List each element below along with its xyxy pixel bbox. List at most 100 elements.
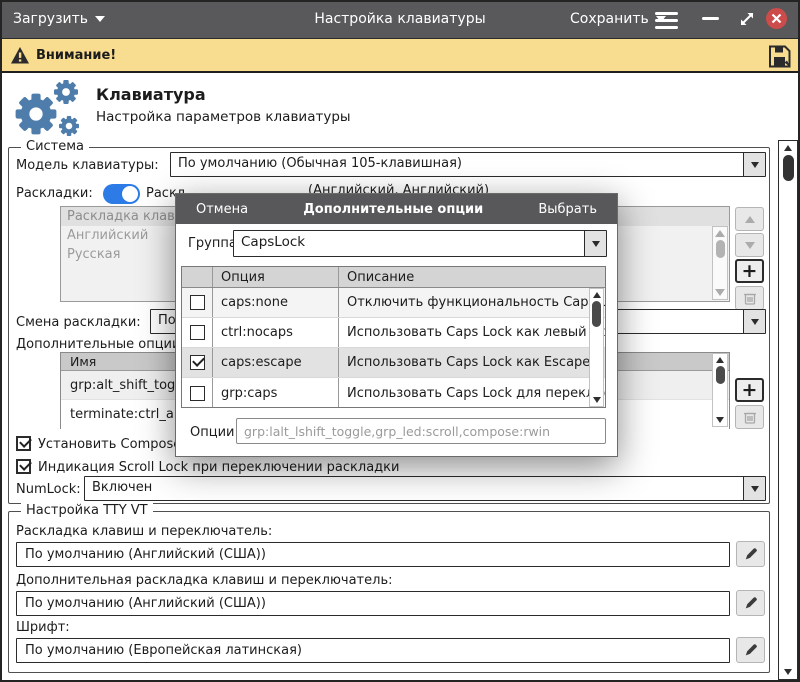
maximize-button[interactable] (738, 10, 756, 32)
move-up-button (735, 207, 764, 231)
dropdown-button[interactable] (743, 310, 765, 333)
triangle-down-icon (784, 669, 792, 675)
page-subtitle: Настройка параметров клавиатуры (96, 109, 351, 125)
column-header-description: Описание (339, 267, 605, 287)
option-cell: grp:caps (213, 378, 339, 408)
layouts-toggle[interactable] (103, 184, 140, 204)
save-file-button[interactable] (766, 43, 793, 74)
save-menu-label: Сохранить (570, 0, 649, 38)
layouts-label: Раскладки: (16, 186, 93, 201)
dropdown-button[interactable] (743, 153, 765, 176)
scroll-up-icon (715, 227, 725, 240)
table-row-selected[interactable]: caps:escape Использовать Caps Lock как E… (182, 348, 605, 378)
scroll-down-button[interactable] (784, 665, 792, 679)
pencil-icon (743, 642, 759, 658)
scroll-up-button[interactable] (784, 141, 792, 155)
table-row[interactable]: caps:none Отключить функциональность Cap… (182, 288, 605, 318)
group-value: CapsLock (234, 231, 584, 256)
scroll-thumb[interactable] (716, 366, 725, 384)
description-cell: Использовать Caps Lock для переключения (339, 378, 605, 408)
row-checkbox[interactable] (190, 355, 205, 370)
table-row[interactable]: ctrl:nocaps Использовать Caps Lock как л… (182, 318, 605, 348)
triangle-down-icon (745, 242, 755, 249)
tty-alt-layout-label: Дополнительная раскладка клавиш и перекл… (16, 573, 392, 588)
dialog-select-button[interactable]: Выбрать (538, 202, 597, 217)
tty-layout-label: Раскладка клавиш и переключатель: (16, 524, 272, 539)
dialog-options-input[interactable] (236, 418, 606, 444)
delete-layout-button (735, 286, 764, 310)
description-cell: Использовать Caps Lock как левый Ctrl (339, 318, 605, 347)
scroll-lock-indicator-label: Индикация Scroll Lock при переключении р… (38, 460, 399, 475)
dropdown-button[interactable] (584, 231, 606, 256)
tty-group-legend: Настройка TTY VT (21, 503, 153, 518)
scroll-lock-indicator-checkbox[interactable] (16, 459, 31, 474)
extra-options-label: Дополнительные опции: (16, 337, 185, 352)
edit-tty-alt-layout-button[interactable] (736, 590, 765, 616)
dialog-cancel-button[interactable]: Отмена (196, 202, 248, 217)
row-checkbox[interactable] (190, 386, 205, 401)
tty-font-field: По умолчанию (Европейская латинская) (16, 638, 730, 663)
page-scrollbar[interactable] (778, 140, 798, 680)
triangle-up-icon (745, 216, 755, 223)
scroll-thumb (716, 240, 725, 258)
hamburger-icon (655, 12, 678, 15)
page-title: Клавиатура (96, 85, 206, 104)
move-down-button (735, 233, 764, 257)
system-group-legend: Система (21, 139, 89, 154)
dialog-table-scrollbar[interactable] (589, 288, 604, 407)
triangle-up-icon (784, 145, 792, 151)
row-checkbox[interactable] (190, 295, 205, 310)
extra-options-scrollbar[interactable] (712, 353, 728, 427)
table-header-row: Опция Описание (182, 267, 605, 288)
row-checkbox[interactable] (190, 325, 205, 340)
compose-checkbox[interactable] (16, 436, 31, 451)
edit-tty-font-button[interactable] (736, 637, 765, 663)
scroll-thumb[interactable] (783, 155, 794, 181)
close-button[interactable] (766, 8, 787, 29)
dropdown-button[interactable] (743, 477, 765, 500)
floppy-save-icon (766, 43, 793, 70)
save-menu-button[interactable]: Сохранить (570, 0, 666, 38)
trash-icon (742, 290, 758, 306)
minimize-button[interactable] (702, 17, 719, 20)
model-label: Модель клавиатуры: (16, 158, 159, 173)
caret-down-icon (592, 241, 600, 247)
pencil-icon (743, 546, 759, 562)
add-option-button[interactable]: + (735, 378, 764, 402)
column-header-option: Опция (213, 267, 339, 287)
keyboard-settings-window: Загрузить Настройка клавиатуры Сохранить (0, 0, 800, 682)
gears-icon (8, 78, 86, 140)
group-combobox[interactable]: CapsLock (233, 230, 607, 257)
switch-layout-label: Смена раскладки: (16, 315, 141, 330)
scroll-up-icon[interactable] (716, 354, 724, 366)
caret-down-icon (751, 162, 759, 168)
pencil-icon (743, 595, 759, 611)
scroll-down-icon[interactable] (593, 394, 601, 406)
caret-down-icon (751, 319, 759, 325)
warning-triangle-icon (10, 46, 30, 65)
compose-checkbox-label: Установить Compose (38, 437, 181, 452)
trash-icon (742, 409, 758, 425)
model-combobox[interactable]: По умолчанию (Обычная 105-клавишная) (170, 152, 766, 177)
option-cell: caps:escape (213, 348, 339, 377)
numlock-label: NumLock: (16, 482, 81, 497)
scroll-down-icon (715, 286, 725, 299)
warning-label: Внимание! (36, 48, 116, 63)
tty-layout-field: По умолчанию (Английский (США)) (16, 542, 730, 567)
toggle-knob (122, 186, 138, 202)
minus-icon (702, 17, 719, 20)
scroll-down-icon[interactable] (716, 414, 724, 426)
menu-button[interactable] (655, 8, 678, 33)
table-row[interactable]: grp:caps Использовать Caps Lock для пере… (182, 378, 605, 408)
warning-bar: Внимание! (0, 38, 800, 73)
add-layout-button[interactable]: + (735, 259, 764, 283)
scroll-up-icon[interactable] (593, 289, 601, 301)
numlock-combobox[interactable]: Включен (84, 476, 766, 501)
dialog-header: Отмена Дополнительные опции Выбрать (176, 194, 617, 224)
dialog-options-table: Опция Описание caps:none Отключить функц… (181, 266, 606, 408)
plus-icon: + (742, 381, 758, 400)
caret-down-icon (751, 486, 759, 492)
scroll-thumb[interactable] (592, 301, 601, 327)
tty-alt-layout-field: По умолчанию (Английский (США)) (16, 591, 730, 616)
edit-tty-layout-button[interactable] (736, 541, 765, 567)
